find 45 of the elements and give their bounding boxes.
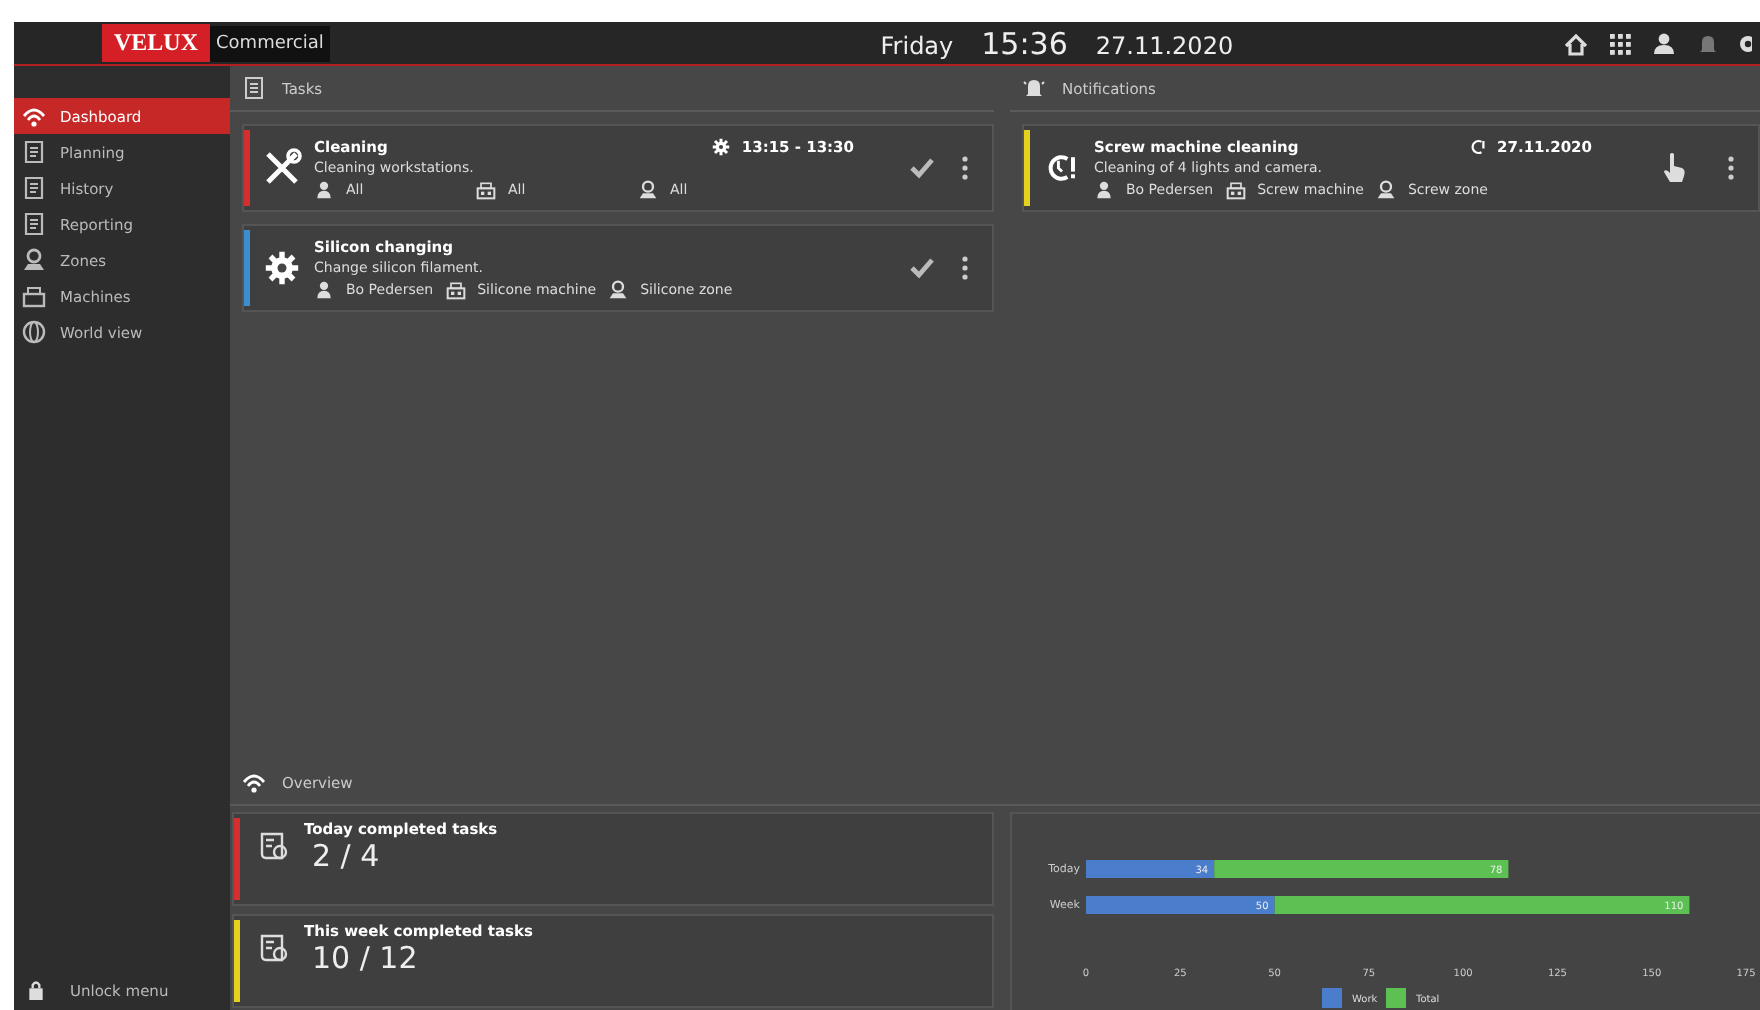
tools-icon (262, 148, 302, 188)
person-pin-icon (608, 279, 629, 299)
gear-icon (711, 137, 730, 155)
signal-icon (22, 104, 46, 128)
product-name: Commercial (210, 25, 330, 61)
machine-icon (445, 279, 466, 299)
check-icon (910, 256, 934, 280)
scroll-icon (22, 140, 46, 164)
scroll-icon (22, 176, 46, 200)
gear-icon (264, 250, 300, 286)
logo: VELUX (102, 24, 211, 62)
scroll-icon (256, 830, 288, 862)
home-icon (1564, 31, 1588, 55)
person-icon (314, 279, 334, 299)
document-icon (242, 76, 266, 100)
person-pin-icon (638, 179, 658, 199)
person-pin-icon (1375, 179, 1396, 199)
date-text: 27.11.2020 (1095, 31, 1234, 59)
globe-icon (22, 320, 46, 344)
alarm-icon (1044, 150, 1080, 186)
scroll-icon (256, 932, 288, 964)
hand-icon (1660, 152, 1688, 184)
lock-icon (26, 978, 46, 1002)
settings-icon (1740, 31, 1752, 55)
day-text: Friday (880, 31, 954, 59)
scroll-icon (22, 212, 46, 236)
alarm-icon (1467, 137, 1486, 155)
more-icon[interactable] (1728, 156, 1734, 180)
bell-icon (1696, 31, 1720, 55)
user-icon (1652, 31, 1676, 55)
stat-value: 10 / 12 (312, 940, 420, 976)
machine-icon (1225, 179, 1246, 199)
machine-icon (22, 284, 46, 308)
person-icon (314, 179, 334, 199)
check-icon (910, 156, 934, 180)
pin-icon (22, 248, 46, 272)
machine-icon (476, 179, 496, 199)
grid-icon (1608, 31, 1632, 55)
bell-icon (1022, 76, 1046, 100)
person-icon (1094, 179, 1114, 199)
time-text: 15:36 (981, 25, 1068, 61)
more-icon[interactable] (962, 256, 968, 280)
signal-icon (242, 770, 266, 794)
more-icon[interactable] (962, 156, 968, 180)
stat-value: 2 / 4 (312, 838, 382, 874)
